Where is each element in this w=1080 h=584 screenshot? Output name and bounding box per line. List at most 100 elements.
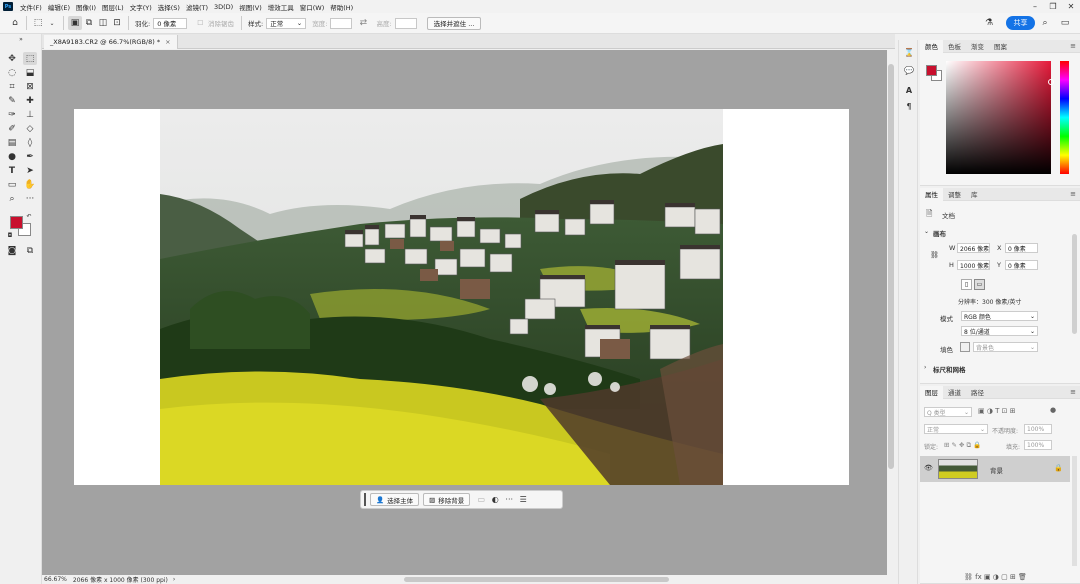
remove-background-button[interactable]: ▨ 移除背景 [423,493,471,506]
tab-channels[interactable]: 通道 [943,386,966,399]
add-selection-icon[interactable]: ⧉ [82,16,96,30]
swap-colors-icon[interactable]: ↶ [25,212,33,220]
default-colors-icon[interactable]: ◘ [6,231,14,239]
eraser-tool-icon[interactable]: ◇ [23,122,37,135]
screen-mode-icon[interactable]: ⧉ [23,244,37,257]
portrait-orientation-icon[interactable]: ▯ [961,279,972,290]
marquee-tool-icon[interactable]: ⬚ [23,52,37,65]
close-icon[interactable]: ✕ [1062,0,1080,13]
horizontal-scroll-thumb[interactable] [404,577,669,582]
workspace-icon[interactable]: ▭ [1058,16,1072,30]
eye-icon[interactable]: 👁 [924,464,933,472]
menu-image[interactable]: 图像(I) [73,2,99,12]
rectangle-tool-icon[interactable]: ▭ [5,178,19,191]
lasso-tool-icon[interactable]: ◌ [5,66,19,79]
flask-icon[interactable]: ⚗ [982,16,996,30]
opacity-field[interactable]: 100% [1024,424,1052,434]
fill-select[interactable]: 背景色 ⌄ [973,342,1038,352]
vertical-scrollbar[interactable] [887,50,895,575]
foreground-color-swatch[interactable] [10,216,23,229]
panel-menu-icon[interactable]: ≡ [1070,42,1076,50]
character-icon[interactable]: A [902,84,916,96]
brush-tool-icon[interactable]: ✑ [5,108,19,121]
color-field[interactable] [946,61,1051,174]
canvas-x-field[interactable]: 0 像素 [1005,243,1038,253]
transform-icon[interactable]: ▭ [474,493,488,506]
tab-libraries[interactable]: 库 [966,188,983,201]
antialias-checkbox[interactable]: ☐ [197,19,203,27]
rect-marquee-preset-icon[interactable]: ⬚ [31,16,45,30]
settings-icon[interactable]: ☰ [516,493,530,506]
color-mode-select[interactable]: RGB 颜色 ⌄ [961,311,1038,321]
canvas-area[interactable]: 👤 选择主体 ▨ 移除背景 ▭ ◐ ··· ☰ [42,50,887,575]
share-button[interactable]: 共享 [1006,16,1035,30]
tab-properties[interactable]: 属性 [920,187,943,201]
blend-mode-select[interactable]: 正常 ⌄ [924,424,988,434]
filter-icons[interactable]: ▣ ◑ T ⊡ ⊞ [978,407,1016,415]
link-icon[interactable]: ⛓ [930,251,939,259]
color-picker-cursor[interactable] [1048,79,1054,85]
new-selection-icon[interactable]: ▣ [68,16,82,30]
menu-layer[interactable]: 图层(L) [99,2,127,12]
frame-tool-icon[interactable]: ⊠ [23,80,37,93]
panel-menu-icon[interactable]: ≡ [1070,190,1076,198]
type-tool-icon[interactable]: T [5,164,19,177]
tab-paths[interactable]: 路径 [966,386,989,399]
restore-icon[interactable]: ❐ [1044,0,1062,13]
subtract-selection-icon[interactable]: ◫ [96,16,110,30]
tab-layers[interactable]: 图层 [920,385,943,399]
eyedropper-tool-icon[interactable]: ✎ [5,94,19,107]
landscape-orientation-icon[interactable]: ▭ [974,279,985,290]
zoom-tool-icon[interactable]: ⌕ [5,192,19,205]
panel-fg-color-swatch[interactable] [926,65,937,76]
stamp-tool-icon[interactable]: ⊥ [23,108,37,121]
properties-scrollbar[interactable] [1072,234,1077,334]
menu-type[interactable]: 文字(Y) [127,2,155,12]
chevron-right-icon[interactable]: › [924,364,926,371]
vertical-scroll-thumb[interactable] [888,64,894,469]
menu-plugins[interactable]: 增效工具 [265,2,297,12]
pen-tool-icon[interactable]: ✒ [23,150,37,163]
chevron-down-icon[interactable]: ⌄ [924,228,929,235]
hand-tool-icon[interactable]: ✋ [23,178,37,191]
layer-filter-select[interactable]: Q 类型 ⌄ [924,407,972,417]
path-select-tool-icon[interactable]: ➤ [23,164,37,177]
move-tool-icon[interactable]: ✥ [5,52,19,65]
lock-icons[interactable]: ⊞ ✎ ✥ ⧉ 🔒 [944,441,981,450]
height-input[interactable] [394,17,417,29]
style-select[interactable]: 正常 ⌄ [266,17,307,29]
menu-filter[interactable]: 滤镜(T) [183,2,211,12]
hue-slider[interactable] [1060,61,1069,174]
canvas-height-field[interactable]: 1000 像素 [957,260,990,270]
layer-actions[interactable]: ⛓ fx ▣ ◑ ▢ ⊞ 🗑 [964,573,1027,581]
artboard[interactable] [74,109,849,485]
adjustment-icon[interactable]: ◐ [488,493,502,506]
blur-tool-icon[interactable]: ◊ [23,136,37,149]
history-brush-tool-icon[interactable]: ✐ [5,122,19,135]
dodge-tool-icon[interactable]: ● [5,150,19,163]
layers-scrollbar[interactable] [1072,456,1077,566]
zoom-level[interactable]: 66.67% [44,576,67,583]
object-select-tool-icon[interactable]: ⬓ [23,66,37,79]
tab-gradients[interactable]: 渐变 [966,40,989,53]
menu-select[interactable]: 选择(S) [155,2,183,12]
healing-brush-tool-icon[interactable]: ✚ [23,94,37,107]
drag-handle[interactable] [364,493,366,506]
fill-color-swatch[interactable] [960,342,970,352]
menu-window[interactable]: 窗口(W) [297,2,328,12]
collapse-icon[interactable]: » [14,36,28,43]
tab-close-icon[interactable]: × [165,38,170,46]
menu-edit[interactable]: 编辑(E) [45,2,73,12]
history-icon[interactable]: ⌛ [902,46,916,58]
gradient-tool-icon[interactable]: ▤ [5,136,19,149]
home-icon[interactable]: ⌂ [8,16,22,30]
comment-icon[interactable]: 💬 [902,64,916,76]
canvas-y-field[interactable]: 0 像素 [1005,260,1038,270]
menu-help[interactable]: 帮助(H) [327,2,356,12]
panel-menu-icon[interactable]: ≡ [1070,388,1076,396]
feather-input[interactable]: 0 像素 [153,17,188,29]
chevron-down-icon[interactable]: ⌄ [45,16,59,30]
document-tab[interactable]: _X8A9183.CR2 @ 66.7%(RGB/8) * × [44,35,178,49]
intersect-selection-icon[interactable]: ⊡ [110,16,124,30]
search-icon[interactable]: ⌕ [1038,16,1052,30]
